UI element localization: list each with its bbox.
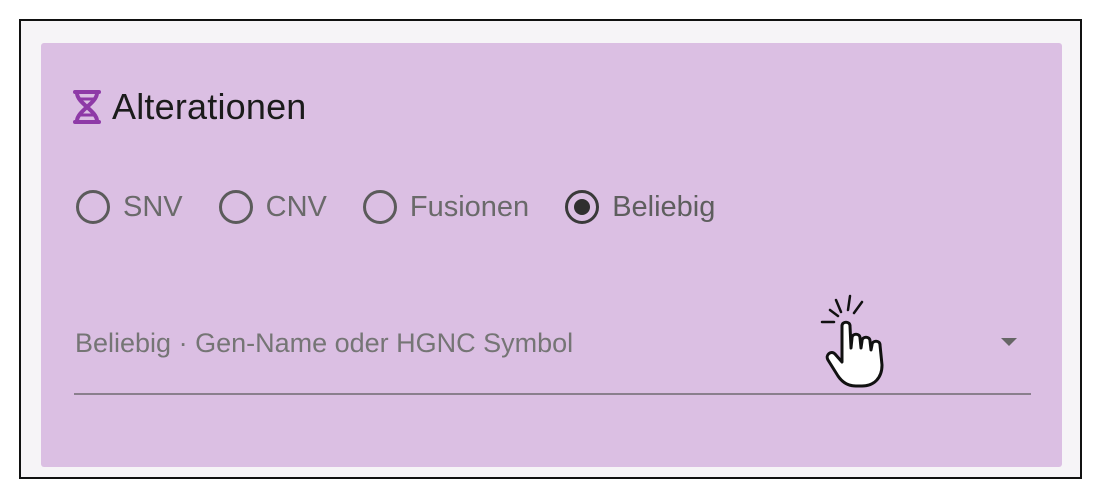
radio-label: Fusionen <box>409 191 530 223</box>
card-title: Alterationen <box>112 86 307 127</box>
dna-icon <box>73 90 101 124</box>
chevron-down-icon[interactable] <box>1001 338 1017 346</box>
radio-button-checked[interactable] <box>565 190 600 224</box>
radio-option-snv[interactable]: SNV <box>76 187 183 227</box>
radio-option-fusionen[interactable]: Fusionen <box>362 187 530 227</box>
radio-button-unchecked[interactable] <box>362 190 397 224</box>
radio-label: Beliebig <box>612 191 716 223</box>
radio-label: CNV <box>265 191 327 223</box>
radio-selected-dot <box>574 199 591 215</box>
radio-option-cnv[interactable]: CNV <box>218 187 327 227</box>
gene-select-placeholder: Beliebig · Gen-Name oder HGNC Symbol <box>75 328 574 358</box>
radio-label: SNV <box>123 191 183 223</box>
card-header: Alterationen <box>72 87 307 127</box>
select-underline <box>74 393 1031 395</box>
radio-button-unchecked[interactable] <box>218 190 253 224</box>
alteration-type-radio-group: SNV CNV Fusionen Beliebig <box>76 187 751 227</box>
alterations-card: Alterationen SNV CNV Fusionen Beliebig B… <box>41 43 1062 467</box>
radio-button-unchecked[interactable] <box>76 190 110 224</box>
radio-option-beliebig[interactable]: Beliebig <box>565 187 715 227</box>
hand-pointer-click-icon <box>820 294 884 388</box>
